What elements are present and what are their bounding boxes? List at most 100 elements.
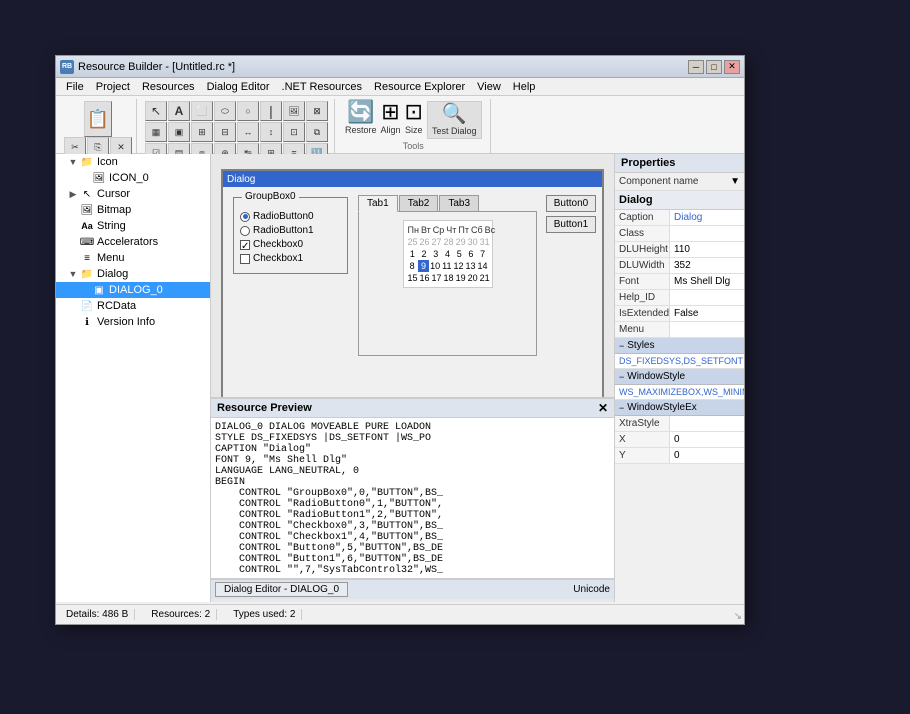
editor-title-bar: Resource Preview ✕ — [211, 399, 614, 418]
status-details: Details: 486 B — [60, 609, 135, 620]
menu-project[interactable]: Project — [90, 80, 136, 94]
tools-group: 🔄 Restore ⊞ Align ⊡ Size 🔍 Test Dialog T… — [337, 99, 491, 153]
tab-2[interactable]: Tab2 — [399, 195, 439, 211]
editor-title: Resource Preview — [217, 402, 312, 414]
encoding-label: Unicode — [573, 584, 610, 595]
size-label: Size — [405, 125, 423, 135]
tools-label: Tools — [403, 139, 424, 151]
group-box-label: GroupBox0 — [242, 191, 299, 202]
test-dialog-label: Test Dialog — [432, 126, 477, 136]
dc-btn-circle[interactable]: ○ — [237, 101, 259, 121]
main-window: RB Resource Builder - [Untitled.rc *] ─ … — [55, 55, 745, 625]
dc-btn2-7[interactable]: ⊡ — [283, 122, 305, 142]
menu-resource-explorer[interactable]: Resource Explorer — [368, 80, 471, 94]
dialog-editor-panel: Dialog GroupBox0 RadioButton0 — [211, 154, 614, 602]
prop-isextended: IsExtended False — [615, 306, 744, 322]
dc-btn-box[interactable]: ⬜ — [191, 101, 213, 121]
button-0[interactable]: Button0 — [546, 195, 596, 212]
dc-btn2-6[interactable]: ↕ — [260, 122, 282, 142]
radio-button-1[interactable]: RadioButton1 — [240, 225, 341, 236]
dc-btn-a[interactable]: A — [168, 101, 190, 121]
menu-net-resources[interactable]: .NET Resources — [276, 80, 369, 94]
paste-button[interactable]: 📋 — [84, 101, 112, 137]
title-bar: RB Resource Builder - [Untitled.rc *] ─ … — [56, 56, 744, 78]
button-1[interactable]: Button1 — [546, 216, 596, 233]
editor-content[interactable]: DIALOG_0 DIALOG MOVEABLE PURE LOADON STY… — [211, 418, 614, 579]
align-label: Align — [381, 125, 401, 135]
properties-panel: Properties Component name ▼ Dialog Capti… — [614, 154, 744, 602]
prop-xtrastyle: XtraStyle — [615, 416, 744, 432]
prop-font: Font Ms Shell Dlg — [615, 274, 744, 290]
editor-tab-dialog[interactable]: Dialog Editor - DIALOG_0 — [215, 582, 348, 597]
tab-3[interactable]: Tab3 — [439, 195, 479, 211]
dc-btn2-4[interactable]: ⊟ — [214, 122, 236, 142]
app-icon: RB — [60, 60, 74, 74]
prop-dluwidth: DLUWidth 352 — [615, 258, 744, 274]
prop-x: X 0 — [615, 432, 744, 448]
tree-item-accelerators[interactable]: ⌨ Accelerators — [56, 234, 210, 250]
checkbox-1[interactable]: Checkbox1 — [240, 253, 341, 264]
paste-row: 📋 — [84, 101, 112, 137]
tree-item-dialog0[interactable]: ▣ DIALOG_0 — [56, 282, 210, 298]
tree-item-icon0[interactable]: 🖼 ICON_0 — [56, 170, 210, 186]
dc-btn2-3[interactable]: ⊞ — [191, 122, 213, 142]
prop-menu: Menu — [615, 322, 744, 338]
dialog-preview-content: GroupBox0 RadioButton0 RadioButton1 — [223, 187, 602, 367]
dialog-caption: Dialog — [227, 174, 255, 185]
status-bar: Details: 486 B Resources: 2 Types used: … — [56, 604, 744, 624]
component-type-label: Dialog — [615, 191, 744, 210]
prop-caption: Caption Dialog — [615, 210, 744, 226]
dc-btn2-5[interactable]: ↔ — [237, 122, 259, 142]
status-types: Types used: 2 — [227, 609, 302, 620]
dc-btn-cursor[interactable]: ↖ — [145, 101, 167, 121]
prop-y: Y 0 — [615, 448, 744, 464]
resize-handle[interactable]: ↘ — [734, 611, 742, 622]
calendar-week-2: 1 2 3 4 5 6 7 — [407, 248, 489, 260]
calendar: Пн Вт Ср Чт Пт Сб Вс 25 — [403, 220, 493, 288]
dc-btn2-8[interactable]: ⧉ — [306, 122, 328, 142]
calendar-header: Пн Вт Ср Чт Пт Сб Вс — [407, 224, 489, 236]
prop-helpid: Help_ID — [615, 290, 744, 306]
tree-item-string[interactable]: Aa String — [56, 218, 210, 234]
menu-help[interactable]: Help — [507, 80, 542, 94]
close-button[interactable]: ✕ — [724, 60, 740, 74]
button-group: Button0 Button1 — [546, 195, 596, 233]
dc-btn-line[interactable]: | — [260, 101, 282, 121]
windowstyle-section[interactable]: − WindowStyle — [615, 369, 744, 385]
checkbox-0[interactable]: ✓ Checkbox0 — [240, 239, 341, 250]
radio-button-0[interactable]: RadioButton0 — [240, 211, 341, 222]
tree-item-version[interactable]: ℹ Version Info — [56, 314, 210, 330]
resource-preview-panel: Resource Preview ✕ DIALOG_0 DIALOG MOVEA… — [211, 397, 614, 582]
menu-resources[interactable]: Resources — [136, 80, 201, 94]
tree-item-menu[interactable]: ≡ Menu — [56, 250, 210, 266]
prop-class: Class — [615, 226, 744, 242]
tree-item-icon[interactable]: ▼ 📁 Icon — [56, 154, 210, 170]
dc-btn-img[interactable]: 🖼 — [283, 101, 305, 121]
maximize-button[interactable]: □ — [706, 60, 722, 74]
menu-file[interactable]: File — [60, 80, 90, 94]
tree-item-dialog[interactable]: ▼ 📁 Dialog — [56, 266, 210, 282]
tree-item-bitmap[interactable]: 🖼 Bitmap — [56, 202, 210, 218]
toolbar: 📋 ✂ ⎘ ✕ Edit ↖ A ⬜ ⬭ ○ | 🖼 ⊠ ▦ — [56, 96, 744, 154]
dc-row1: ↖ A ⬜ ⬭ ○ | 🖼 ⊠ — [145, 101, 328, 121]
menu-view[interactable]: View — [471, 80, 507, 94]
dc-btn-x[interactable]: ⊠ — [306, 101, 328, 121]
prop-styles-value: DS_FIXEDSYS,DS_SETFONT — [615, 354, 744, 369]
tree-item-cursor[interactable]: ▶ ↖ Cursor — [56, 186, 210, 202]
tab-1[interactable]: Tab1 — [358, 195, 398, 212]
window-title: Resource Builder - [Untitled.rc *] — [78, 61, 688, 73]
styles-section[interactable]: − Styles — [615, 338, 744, 354]
window-controls: ─ □ ✕ — [688, 60, 740, 74]
dc-btn2-1[interactable]: ▦ — [145, 122, 167, 142]
windowstyleex-section[interactable]: − WindowStyleEx — [615, 400, 744, 416]
editor-tab-bar: Dialog Editor - DIALOG_0 Unicode — [211, 579, 614, 599]
editor-close-button[interactable]: ✕ — [598, 401, 608, 415]
resource-tree-panel: ▼ 📁 Icon 🖼 ICON_0 ▶ ↖ Cursor 🖼 Bitmap — [56, 154, 211, 602]
dc-btn2-2[interactable]: ▣ — [168, 122, 190, 142]
minimize-button[interactable]: ─ — [688, 60, 704, 74]
menu-dialog-editor[interactable]: Dialog Editor — [201, 80, 276, 94]
main-area: ▼ 📁 Icon 🖼 ICON_0 ▶ ↖ Cursor 🖼 Bitmap — [56, 154, 744, 602]
tree-item-rcdata[interactable]: 📄 RCData — [56, 298, 210, 314]
dc-btn-round[interactable]: ⬭ — [214, 101, 236, 121]
component-name-row: Component name ▼ — [615, 173, 744, 191]
